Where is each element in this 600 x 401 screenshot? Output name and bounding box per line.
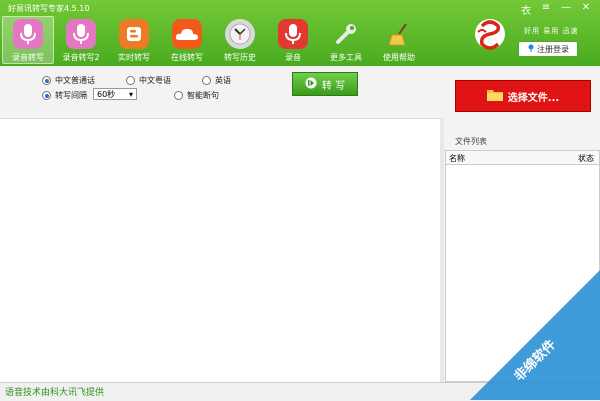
app-title: 好易讯转写专家4.5.10 — [8, 4, 90, 13]
radio-icon — [202, 76, 211, 85]
cloud-icon — [172, 19, 202, 49]
options-panel: 中文普通话 中文粤语 英语 转写间隔 60秒 ▾ 智能断句 转 写 — [0, 66, 445, 118]
radio-english[interactable]: 英语 — [202, 75, 231, 86]
convert-label: 转 写 — [321, 80, 346, 92]
status-text: 语音技术由科大讯飞提供 — [5, 388, 105, 398]
tool-label: 录音 — [285, 53, 301, 62]
select-file-label: 选择文件... — [507, 92, 560, 104]
tool-label: 实时转写 — [118, 53, 150, 62]
broom-icon — [384, 19, 414, 49]
radio-label: 转写间隔 — [55, 91, 87, 100]
window-controls: 衣 ≡ — ✕ — [520, 2, 592, 17]
tool-realtime-transcribe[interactable]: 实时转写 — [108, 16, 160, 64]
tool-record[interactable]: 录音 — [267, 16, 319, 64]
tool-label: 在线转写 — [171, 53, 203, 62]
tool-help[interactable]: 使用帮助 — [373, 16, 425, 64]
tool-transcribe-history[interactable]: 转写历史 — [214, 16, 266, 64]
radio-mandarin[interactable]: 中文普通话 — [42, 75, 95, 86]
radio-smart-break[interactable]: 智能断句 — [174, 90, 219, 101]
radio-label: 智能断句 — [187, 91, 219, 100]
convert-button[interactable]: 转 写 — [292, 72, 358, 96]
watermark: 非绵软件 — [470, 270, 600, 400]
file-list-title: 文件列表 — [455, 137, 487, 146]
radio-interval[interactable]: 转写间隔 — [42, 90, 87, 101]
tool-online-transcribe[interactable]: 在线转写 — [161, 16, 213, 64]
title-bar: 好易讯转写专家4.5.10 衣 ≡ — ✕ 录音转写 录音转写2 实时转写 在线… — [0, 0, 600, 66]
skin-icon[interactable]: 衣 — [520, 2, 532, 17]
column-header-name[interactable]: 名称 — [449, 153, 465, 164]
chevron-down-icon: ▾ — [128, 89, 133, 99]
convert-icon — [305, 77, 317, 92]
minimize-button[interactable]: — — [560, 2, 572, 17]
radio-icon — [174, 91, 183, 100]
select-file-button[interactable]: 选择文件... — [455, 80, 591, 112]
radio-label: 中文粤语 — [139, 76, 171, 85]
brand-logo — [472, 12, 508, 60]
tool-label: 使用帮助 — [383, 53, 415, 62]
tool-record-transcribe-2[interactable]: 录音转写2 — [55, 16, 107, 64]
microphone-icon — [13, 19, 43, 49]
file-list-header: 名称 状态 — [446, 151, 599, 165]
radio-cantonese[interactable]: 中文粤语 — [126, 75, 171, 86]
blogger-icon — [119, 19, 149, 49]
radio-label: 英语 — [215, 76, 231, 85]
wrench-icon — [331, 19, 361, 49]
tool-label: 录音转写 — [12, 53, 44, 62]
radio-icon — [42, 76, 51, 85]
tool-label: 转写历史 — [224, 53, 256, 62]
clock-icon — [225, 19, 255, 49]
tool-more-tools[interactable]: 更多工具 — [320, 16, 372, 64]
tool-label: 更多工具 — [330, 53, 362, 62]
radio-icon — [126, 76, 135, 85]
login-button[interactable]: 注册登录 — [518, 41, 578, 57]
slogan: 好用 易用 迅速 — [524, 27, 579, 35]
radio-icon — [42, 91, 51, 100]
transcript-area[interactable] — [0, 118, 440, 383]
microphone-icon — [278, 19, 308, 49]
toolbar: 录音转写 录音转写2 实时转写 在线转写 转写历史 录音 更多工具 使用帮助 — [2, 16, 426, 64]
vertical-scrollbar[interactable] — [440, 118, 444, 382]
microphone-icon — [66, 19, 96, 49]
tool-label: 录音转写2 — [62, 53, 100, 62]
tool-record-transcribe[interactable]: 录音转写 — [2, 16, 54, 64]
radio-label: 中文普通话 — [55, 76, 95, 85]
interval-select[interactable]: 60秒 ▾ — [93, 88, 137, 100]
column-header-status[interactable]: 状态 — [578, 153, 594, 164]
menu-icon[interactable]: ≡ — [540, 2, 552, 17]
close-button[interactable]: ✕ — [580, 2, 592, 17]
pin-icon — [527, 44, 535, 54]
folder-icon — [486, 88, 503, 104]
login-label: 注册登录 — [537, 44, 569, 54]
select-value: 60秒 — [97, 89, 116, 99]
